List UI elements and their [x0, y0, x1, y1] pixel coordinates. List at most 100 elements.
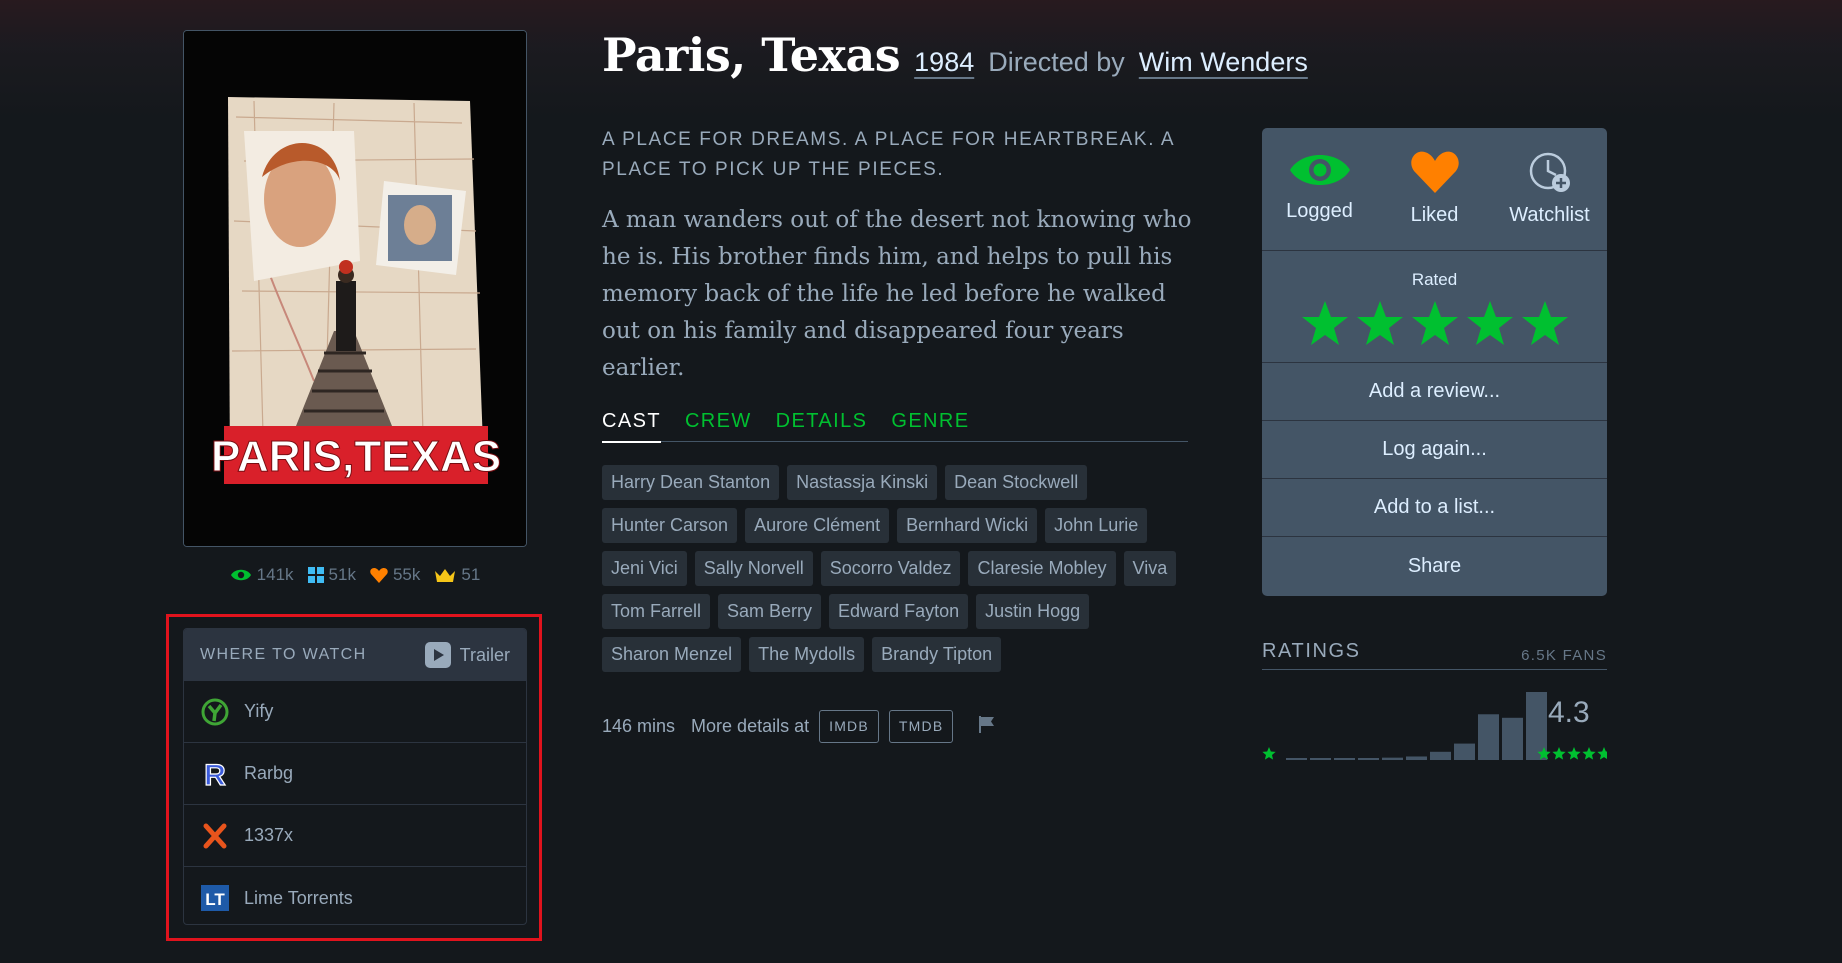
watched-count[interactable]: 141k: [230, 565, 294, 585]
film-tagline: A PLACE FOR DREAMS. A PLACE FOR HEARTBRE…: [602, 129, 1175, 180]
service-rarbg[interactable]: R Rarbg: [184, 743, 526, 805]
add-to-list-button[interactable]: Add to a list...: [1262, 479, 1607, 537]
crown-icon: [435, 569, 456, 582]
cast-member[interactable]: Bernhard Wicki: [897, 508, 1038, 543]
histogram-bar[interactable]: [1406, 756, 1427, 760]
likes-count-value: 55k: [392, 565, 421, 584]
cast-member[interactable]: Dean Stockwell: [945, 465, 1088, 500]
likes-count[interactable]: 55k: [370, 565, 420, 585]
liked-button[interactable]: Liked: [1377, 128, 1492, 250]
service-name: Lime Torrents: [244, 887, 353, 908]
where-to-watch-header: WHERE TO WATCH Trailer: [184, 629, 526, 681]
eye-icon: [1289, 155, 1350, 185]
more-details-label: More details at: [691, 716, 810, 736]
logged-button[interactable]: Logged: [1262, 128, 1377, 250]
film-year-link[interactable]: 1984: [914, 47, 974, 78]
watchlist-button[interactable]: Watchlist: [1492, 128, 1607, 250]
watchlist-label: Watchlist: [1509, 204, 1590, 226]
half-star-icon: [1262, 747, 1276, 760]
tab-details[interactable]: DETAILS: [776, 410, 868, 442]
rating-stars[interactable]: [1301, 300, 1569, 346]
average-rating[interactable]: 4.3: [1548, 696, 1590, 730]
poster-title: PARIS,TEXAS: [211, 432, 501, 481]
action-buttons: Logged Liked Watchlist: [1262, 128, 1607, 251]
clock-plus-icon: [1529, 152, 1570, 192]
histogram-bar[interactable]: [1286, 758, 1307, 760]
cast-member[interactable]: Claresie Mobley: [968, 551, 1116, 586]
heart-icon: [1410, 151, 1459, 193]
cast-member[interactable]: Harry Dean Stanton: [602, 465, 780, 500]
1337x-icon: [200, 821, 230, 851]
cast-member[interactable]: Sally Norvell: [694, 551, 813, 586]
star-icon[interactable]: [1356, 300, 1404, 346]
lists-count[interactable]: 51k: [307, 565, 356, 585]
service-name: Rarbg: [244, 763, 294, 783]
top-count[interactable]: 51: [434, 565, 480, 585]
histogram-bar[interactable]: [1430, 751, 1451, 760]
cast-member[interactable]: John Lurie: [1045, 508, 1148, 543]
imdb-link[interactable]: IMDB: [819, 710, 879, 743]
ratings-fans-link[interactable]: 6.5K FANS: [1521, 647, 1607, 664]
cast-member[interactable]: Viva: [1123, 551, 1177, 586]
tmdb-link[interactable]: TMDB: [888, 710, 954, 743]
watched-count-value: 141k: [256, 565, 294, 584]
cast-member[interactable]: Sharon Menzel: [602, 637, 742, 672]
info-tabs: CAST CREW DETAILS GENRE: [602, 410, 1188, 443]
cast-member[interactable]: Brandy Tipton: [872, 637, 1002, 672]
lists-count-value: 51k: [328, 565, 356, 584]
cast-member[interactable]: Nastassja Kinski: [787, 465, 938, 500]
tab-genre[interactable]: GENRE: [891, 410, 969, 442]
liked-label: Liked: [1410, 204, 1459, 226]
top-count-value: 51: [461, 565, 481, 584]
five-star-icon: [1552, 747, 1566, 760]
cast-member[interactable]: Hunter Carson: [602, 508, 738, 543]
star-icon[interactable]: [1466, 300, 1514, 346]
film-title: Paris, Texas: [602, 28, 901, 82]
histogram-bar[interactable]: [1358, 758, 1379, 760]
histogram-bar[interactable]: [1334, 758, 1355, 760]
report-flag-icon[interactable]: [977, 714, 997, 739]
histogram-bar[interactable]: [1478, 714, 1499, 760]
play-icon: [424, 642, 451, 668]
histogram-bar[interactable]: [1310, 758, 1331, 760]
director-link[interactable]: Wim Wenders: [1139, 47, 1308, 78]
tab-cast[interactable]: CAST: [602, 410, 661, 443]
five-star-icon: [1582, 747, 1596, 760]
rating-section: Rated: [1262, 251, 1607, 363]
logged-label: Logged: [1286, 200, 1353, 222]
service-yify[interactable]: Yify: [184, 681, 526, 743]
histogram-bar[interactable]: [1382, 757, 1403, 760]
cast-member[interactable]: The Mydolls: [749, 637, 865, 672]
log-again-button[interactable]: Log again...: [1262, 421, 1607, 479]
limetorrents-icon: LT: [200, 883, 230, 913]
cast-member[interactable]: Tom Farrell: [602, 594, 711, 629]
yify-icon: [200, 697, 230, 727]
cast-member[interactable]: Edward Fayton: [829, 594, 969, 629]
cast-member[interactable]: Justin Hogg: [976, 594, 1090, 629]
star-icon[interactable]: [1301, 300, 1349, 346]
trailer-button[interactable]: Trailer: [424, 642, 510, 668]
heart-icon: [370, 567, 388, 583]
ratings-title[interactable]: RATINGS: [1262, 640, 1361, 663]
star-icon[interactable]: [1411, 300, 1459, 346]
cast-member[interactable]: Socorro Valdez: [820, 551, 961, 586]
film-poster[interactable]: PARIS,TEXAS: [183, 30, 527, 547]
eye-icon: [230, 569, 251, 581]
share-button[interactable]: Share: [1262, 537, 1607, 595]
service-name: 1337x: [244, 825, 294, 845]
rated-label: Rated: [1411, 270, 1458, 289]
service-limetorrents[interactable]: LT Lime Torrents: [184, 867, 526, 924]
star-icon[interactable]: [1521, 300, 1569, 346]
five-star-icon: [1567, 747, 1581, 760]
histogram-bar[interactable]: [1454, 743, 1475, 760]
service-1337x[interactable]: 1337x: [184, 805, 526, 867]
trailer-label: Trailer: [459, 644, 510, 665]
histogram-bar[interactable]: [1502, 717, 1523, 760]
cast-member[interactable]: Sam Berry: [718, 594, 822, 629]
cast-member[interactable]: Jeni Vici: [602, 551, 687, 586]
add-review-button[interactable]: Add a review...: [1262, 363, 1607, 421]
actions-panel: Logged Liked Watchlist Rated Add a revie…: [1262, 128, 1607, 596]
ratings-header: RATINGS 6.5K FANS: [1262, 640, 1607, 670]
tab-crew[interactable]: CREW: [685, 410, 752, 442]
cast-member[interactable]: Aurore Clément: [745, 508, 890, 543]
